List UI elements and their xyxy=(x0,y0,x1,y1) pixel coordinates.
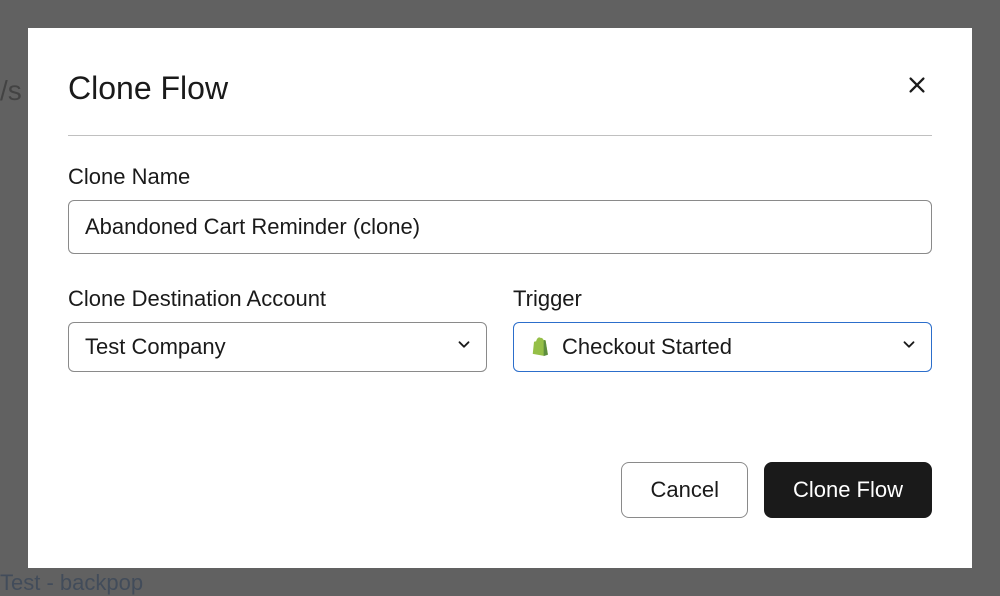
trigger-label: Trigger xyxy=(513,286,932,312)
destination-account-label: Clone Destination Account xyxy=(68,286,487,312)
destination-account-select[interactable]: Test Company xyxy=(68,322,487,372)
clone-flow-button[interactable]: Clone Flow xyxy=(764,462,932,518)
divider xyxy=(68,135,932,136)
modal-title: Clone Flow xyxy=(68,70,228,107)
clone-flow-modal: Clone Flow Clone Name Clone Destination … xyxy=(28,28,972,568)
close-button[interactable] xyxy=(902,70,932,103)
trigger-group: Trigger Checkout Started xyxy=(513,286,932,372)
clone-name-group: Clone Name xyxy=(68,164,932,254)
form-row: Clone Destination Account Test Company T… xyxy=(68,286,932,372)
destination-account-value: Test Company xyxy=(85,334,226,360)
modal-footer: Cancel Clone Flow xyxy=(68,462,932,518)
destination-account-select-wrapper: Test Company xyxy=(68,322,487,372)
cancel-button[interactable]: Cancel xyxy=(621,462,747,518)
destination-account-group: Clone Destination Account Test Company xyxy=(68,286,487,372)
clone-name-label: Clone Name xyxy=(68,164,932,190)
shopify-icon xyxy=(530,336,552,358)
close-icon xyxy=(906,74,928,99)
trigger-select[interactable]: Checkout Started xyxy=(513,322,932,372)
modal-header: Clone Flow xyxy=(68,70,932,107)
trigger-value: Checkout Started xyxy=(562,334,732,360)
clone-name-input[interactable] xyxy=(68,200,932,254)
trigger-select-wrapper: Checkout Started xyxy=(513,322,932,372)
